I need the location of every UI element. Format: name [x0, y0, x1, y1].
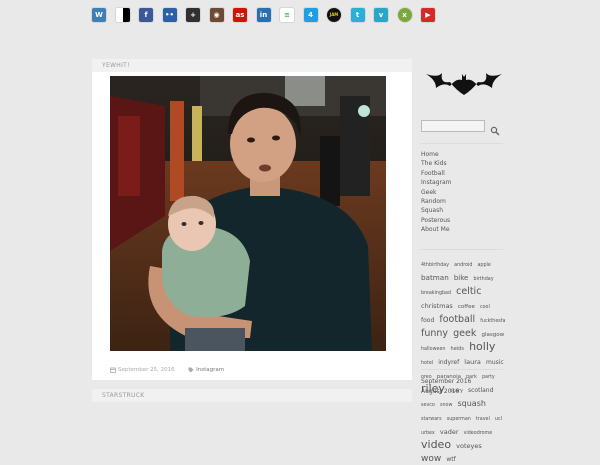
facebook-icon[interactable]: f	[139, 8, 153, 22]
nav-item-football[interactable]: Football	[421, 169, 452, 178]
tag-link[interactable]: geek	[453, 328, 476, 339]
tag-link[interactable]: celtic	[456, 286, 481, 297]
search-icon[interactable]	[490, 121, 500, 136]
vimeo-icon[interactable]: v	[374, 8, 388, 22]
tag-link[interactable]: android	[454, 263, 472, 268]
tag-link[interactable]: hotel	[421, 361, 433, 366]
tag-link[interactable]: party	[482, 375, 495, 380]
tag-link[interactable]: football	[439, 314, 475, 325]
nav-item-geek[interactable]: Geek	[421, 188, 452, 197]
jam-icon[interactable]: JAM	[327, 8, 341, 22]
nav-item-squash[interactable]: Squash	[421, 206, 452, 215]
tag-cloud: 4thbirthday android apple batman bike bi…	[421, 256, 507, 464]
photo-man-holding-baby-icon	[110, 76, 386, 351]
tag-link[interactable]: snow	[440, 403, 452, 408]
post-photo[interactable]	[110, 76, 386, 351]
nav-item-about-me[interactable]: About Me	[421, 225, 452, 234]
nav-item-posterous[interactable]: Posterous	[421, 216, 452, 225]
instagram-icon[interactable]: ◉	[209, 8, 224, 22]
tag-link[interactable]: cool	[480, 305, 490, 310]
post-meta: September 25, 2016 Instagram	[110, 366, 224, 374]
flickr-icon[interactable]: ••	[162, 8, 177, 22]
tag-link[interactable]: squash	[457, 399, 485, 408]
search-input[interactable]	[421, 120, 485, 132]
divider	[421, 143, 503, 144]
google-plus-icon[interactable]: +	[186, 8, 200, 22]
delicious-icon[interactable]	[115, 8, 130, 22]
post-card: YEWHIT! September 25, 2016 Instagram	[92, 59, 412, 380]
linkedin-icon[interactable]: in	[256, 8, 271, 22]
wordpress-icon[interactable]: W	[92, 8, 106, 22]
tag-link[interactable]: fuckthesfa	[480, 319, 505, 324]
tag-link[interactable]: wtf	[446, 456, 455, 463]
divider	[421, 249, 503, 250]
post-card: STARSTRUCK	[92, 389, 412, 402]
rss-list-icon[interactable]: ≡	[280, 8, 294, 22]
tag-link[interactable]: ucl	[495, 417, 502, 422]
calendar-icon	[110, 367, 116, 373]
tag-link[interactable]: 4thbirthday	[421, 263, 449, 268]
tag-link[interactable]: indyref	[438, 359, 459, 366]
post-title[interactable]: STARSTRUCK	[92, 389, 412, 402]
tag-link[interactable]: bike	[454, 274, 469, 282]
archive-link[interactable]: August 2016	[421, 387, 471, 397]
tag-link[interactable]: holly	[469, 340, 495, 353]
nav-item-instagram[interactable]: Instagram	[421, 178, 452, 187]
foursquare-icon[interactable]: 4	[303, 8, 318, 22]
tag-icon	[188, 367, 194, 373]
tag-link[interactable]: starwars	[421, 417, 442, 422]
post-title[interactable]: YEWHIT!	[92, 59, 412, 72]
sidebar-nav: Home The Kids Football Instagram Geek Random S…	[421, 150, 452, 235]
tag-link[interactable]: halloween	[421, 347, 445, 352]
tag-link[interactable]: heids	[451, 346, 464, 352]
tag-link[interactable]: glasgow	[481, 332, 504, 338]
tag-link[interactable]: superman	[447, 417, 471, 422]
nav-item-the-kids[interactable]: The Kids	[421, 159, 452, 168]
tag-link[interactable]: travel	[476, 417, 490, 422]
tag-link[interactable]: funny	[421, 328, 448, 339]
twitter-icon[interactable]: t	[350, 8, 365, 22]
tag-link[interactable]: music	[486, 359, 504, 366]
archive-link[interactable]: September 2016	[421, 377, 471, 387]
tag-link[interactable]: video	[421, 438, 451, 451]
tag-link[interactable]: christmas	[421, 302, 453, 310]
nav-item-home[interactable]: Home	[421, 150, 452, 159]
archive-list: September 2016 August 2016	[421, 377, 471, 397]
tag-link[interactable]: sevco	[421, 403, 435, 408]
divider	[421, 369, 503, 370]
tag-link[interactable]: food	[421, 317, 434, 324]
tag-link[interactable]: voteyes	[456, 442, 482, 450]
tag-link[interactable]: laura	[464, 358, 481, 366]
tag-link[interactable]: scotland	[468, 387, 493, 394]
nav-item-random[interactable]: Random	[421, 197, 452, 206]
tag-link[interactable]: videodrome	[464, 431, 493, 436]
tag-link[interactable]: vader	[440, 428, 459, 436]
tag-link[interactable]: batman	[421, 273, 449, 282]
tag-link[interactable]: coffee	[458, 304, 475, 310]
post-tag-link[interactable]: Instagram	[196, 367, 224, 373]
lastfm-icon[interactable]: as	[233, 8, 247, 22]
tag-link[interactable]: birthday	[473, 277, 493, 282]
xbox-icon[interactable]: x	[397, 8, 412, 22]
tag-link[interactable]: breakingbad	[421, 291, 451, 296]
youtube-icon[interactable]: ▶	[421, 8, 435, 22]
post-date: September 25, 2016	[118, 367, 175, 373]
batman-logo-icon	[426, 68, 502, 96]
tag-link[interactable]: wow	[421, 454, 441, 464]
tag-link[interactable]: apple	[477, 263, 490, 268]
tag-link[interactable]: urbex	[421, 431, 435, 436]
